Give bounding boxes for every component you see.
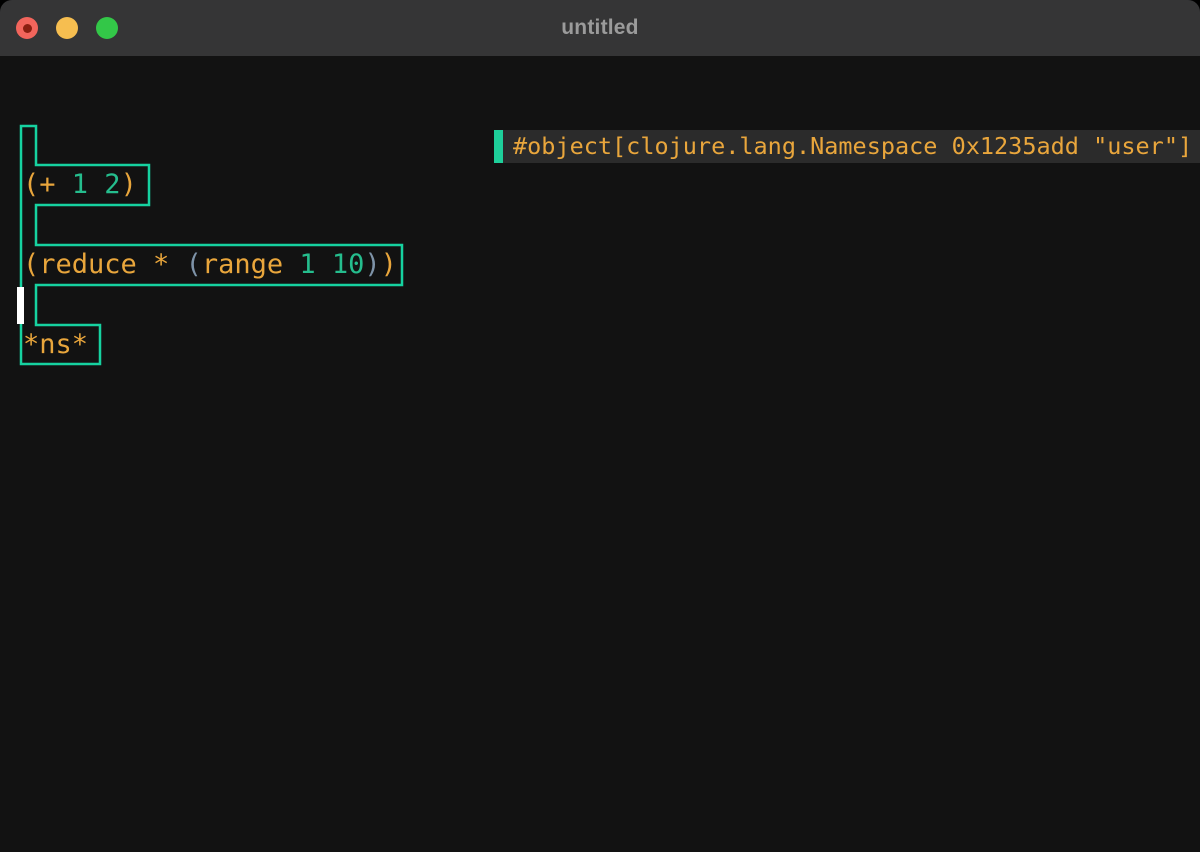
code-token: *ns* (23, 329, 88, 360)
minimize-button[interactable] (56, 17, 78, 39)
document-edited-dot (23, 24, 32, 33)
code-cell-3[interactable]: *ns* (23, 325, 88, 365)
code-cell-1[interactable]: (+ 1 2) (23, 165, 137, 205)
code-editor[interactable]: (+ 1 2)(reduce * (range 1 10))*ns* #obje… (0, 56, 1200, 852)
code-token: ) (364, 249, 380, 280)
result-text: #object[clojure.lang.Namespace 0x1235add… (503, 130, 1200, 163)
eval-result: #object[clojure.lang.Namespace 0x1235add… (494, 130, 1200, 163)
code-token: ( (186, 249, 202, 280)
editor-window: untitled (+ 1 2)(reduce * (range 1 10))*… (0, 0, 1200, 852)
code-cell-2[interactable]: (reduce * (range 1 10)) (23, 245, 397, 285)
code-token: (reduce * (23, 249, 186, 280)
code-token: (+ (23, 169, 72, 200)
code-token: 1 10 (299, 249, 364, 280)
window-title: untitled (561, 16, 638, 40)
zoom-button[interactable] (96, 17, 118, 39)
code-token: 1 2 (72, 169, 121, 200)
code-token: ) (121, 169, 137, 200)
selection-outline (0, 56, 1200, 852)
code-token: range (202, 249, 300, 280)
code-token: ) (381, 249, 397, 280)
close-button[interactable] (16, 17, 38, 39)
text-caret (17, 287, 24, 324)
result-accent-bar (494, 130, 503, 163)
titlebar[interactable]: untitled (0, 0, 1200, 56)
traffic-lights (16, 0, 118, 56)
